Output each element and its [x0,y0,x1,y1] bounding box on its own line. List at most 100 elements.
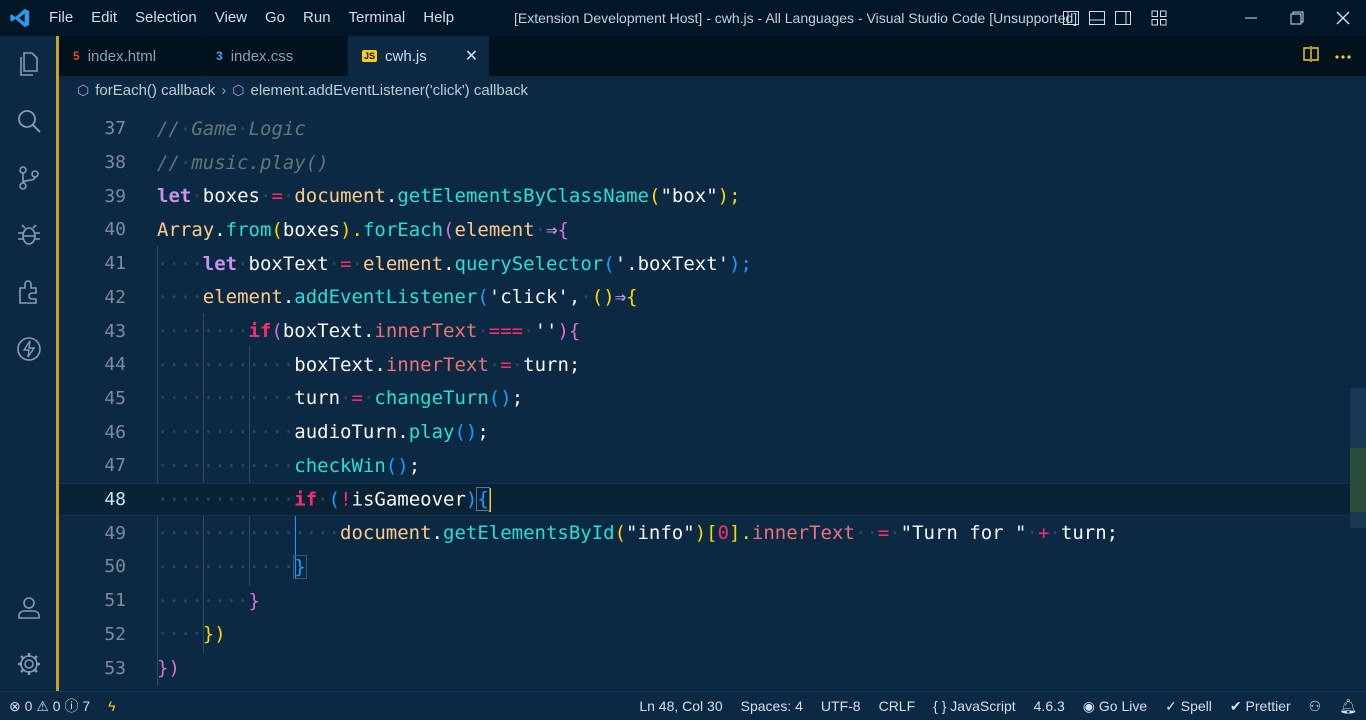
punctuation: . [374,353,386,376]
go-live-button[interactable]: ◉ Go Live [1074,698,1156,715]
spell-check[interactable]: ✓ Spell [1156,698,1221,715]
split-editor-icon[interactable] [1302,45,1320,67]
keyword: let [202,252,238,275]
punctuation: ( [648,185,661,208]
operator: = [271,185,283,208]
cube-icon: ⬡ [77,82,90,98]
code-line-48-current: 48 ············if·(!isGameover){ [59,482,1350,517]
comment: music.play() [191,151,329,174]
code-line-46: 46 ············audioTurn.play(); [59,415,1350,449]
function-name: changeTurn [374,387,489,410]
restore-button[interactable] [1274,0,1320,36]
more-actions-icon[interactable] [1334,47,1352,65]
settings-gear-icon[interactable] [0,636,58,692]
punctuation: ( [614,522,627,545]
line-number: 50 [104,556,126,578]
search-icon[interactable] [0,93,58,149]
code-line-38: 38 //·music.play() [59,146,1350,180]
warning-count: 0 [52,698,61,714]
code-line-49: 49 ················document.getElementsB… [59,516,1350,550]
identifier: boxes [202,185,260,208]
title-bar: File Edit Selection View Go Run Terminal… [0,0,1366,36]
code-line-40: 40 Array.from(boxes).forEach(element·⇒{ [59,213,1350,247]
menu-run[interactable]: Run [294,0,340,36]
broadcast-icon: ◉ [1082,697,1095,714]
line-number: 46 [104,421,126,443]
string: '.boxText' [614,252,730,275]
comment: Logic [248,117,306,140]
menu-view[interactable]: View [206,0,256,36]
account-icon[interactable] [0,579,58,635]
menu-file[interactable]: File [40,0,82,36]
property: innerText [385,353,489,376]
toggle-primary-sidebar-icon[interactable] [1058,0,1084,36]
punctuation: { [476,487,490,512]
menu-edit[interactable]: Edit [82,0,126,36]
code-line-52: 52 ····}) [59,618,1350,652]
menu-bar: File Edit Selection View Go Run Terminal… [40,0,463,36]
lightning-icon[interactable]: ϟ [99,698,124,714]
info-count: 7 [82,698,91,714]
menu-selection[interactable]: Selection [126,0,206,36]
info-icon: ⓘ [64,698,79,714]
punctuation: ; [408,454,421,477]
identifier: turn [294,387,341,410]
comment: Game [191,117,238,140]
line-number: 52 [104,623,126,645]
punctuation: )[ [694,522,718,545]
prettier-button[interactable]: ✔ Prettier [1221,698,1300,715]
property: innerText [751,522,855,545]
menu-go[interactable]: Go [256,0,294,36]
identifier: boxes [282,218,341,241]
cursor-position[interactable]: Ln 48, Col 30 [630,698,731,714]
encoding[interactable]: UTF-8 [812,698,870,714]
end-of-line[interactable]: CRLF [870,698,925,714]
code-line-50: 50 ············} [59,550,1350,584]
line-number: 41 [104,253,126,275]
operator: = [877,522,890,545]
breadcrumb-item[interactable]: forEach() callback [95,82,215,99]
line-number: 44 [104,354,126,376]
toggle-panel-icon[interactable] [1084,0,1110,36]
indentation[interactable]: Spaces: 4 [732,698,812,714]
close-tab-icon[interactable]: ✕ [465,46,478,66]
tab-label: index.html [87,47,157,65]
close-window-button[interactable] [1320,0,1366,36]
customize-layout-icon[interactable] [1146,0,1172,36]
punctuation: ( [477,286,489,309]
punctuation: } [293,554,307,579]
source-control-icon[interactable] [0,150,58,206]
breadcrumb-item[interactable]: element.addEventListener('click') callba… [251,82,529,99]
remote-lightning-icon[interactable] [0,321,58,377]
accounts-icon[interactable]: ⚇ [1300,698,1331,715]
punctuation: ( [328,488,341,511]
typescript-version[interactable]: 4.6.3 [1025,698,1074,714]
tab-index-css[interactable]: 3 index.css [202,36,348,76]
code-editor[interactable]: 37 //·Game·Logic 38 //·music.play() 39 l… [59,106,1350,691]
problems-indicator[interactable]: ⊗ 0 ⚠ 0 ⓘ 7 [0,696,99,716]
code-line-51: 51 ········} [59,584,1350,618]
code-line-39: 39 let·boxes·=·document.getElementsByCla… [59,179,1350,213]
menu-terminal[interactable]: Terminal [340,0,415,36]
identifier: boxText [294,353,375,376]
chevron-right-icon: › [221,82,227,99]
vscode-logo-icon[interactable] [0,0,40,36]
code-line-53: 53 }) [59,651,1350,685]
function-name: from [225,218,272,241]
cube-icon: ⬡ [232,82,245,98]
tab-index-html[interactable]: 5 index.html [59,36,202,76]
punctuation: ) [557,320,569,343]
operator: ! [340,488,352,511]
toggle-secondary-sidebar-icon[interactable] [1110,0,1136,36]
operator: === [488,320,524,343]
extensions-icon[interactable] [0,264,58,320]
notifications-bell-icon[interactable]: 🔔︎ [1330,698,1366,715]
run-debug-icon[interactable] [0,207,58,263]
property: innerText [374,320,478,343]
language-mode[interactable]: { } JavaScript [924,698,1025,714]
explorer-icon[interactable] [0,36,58,92]
tab-cwh-js[interactable]: JS cwh.js ✕ [348,36,490,76]
minimize-button[interactable] [1228,0,1274,36]
menu-help[interactable]: Help [414,0,463,36]
string: "box" [660,185,718,208]
